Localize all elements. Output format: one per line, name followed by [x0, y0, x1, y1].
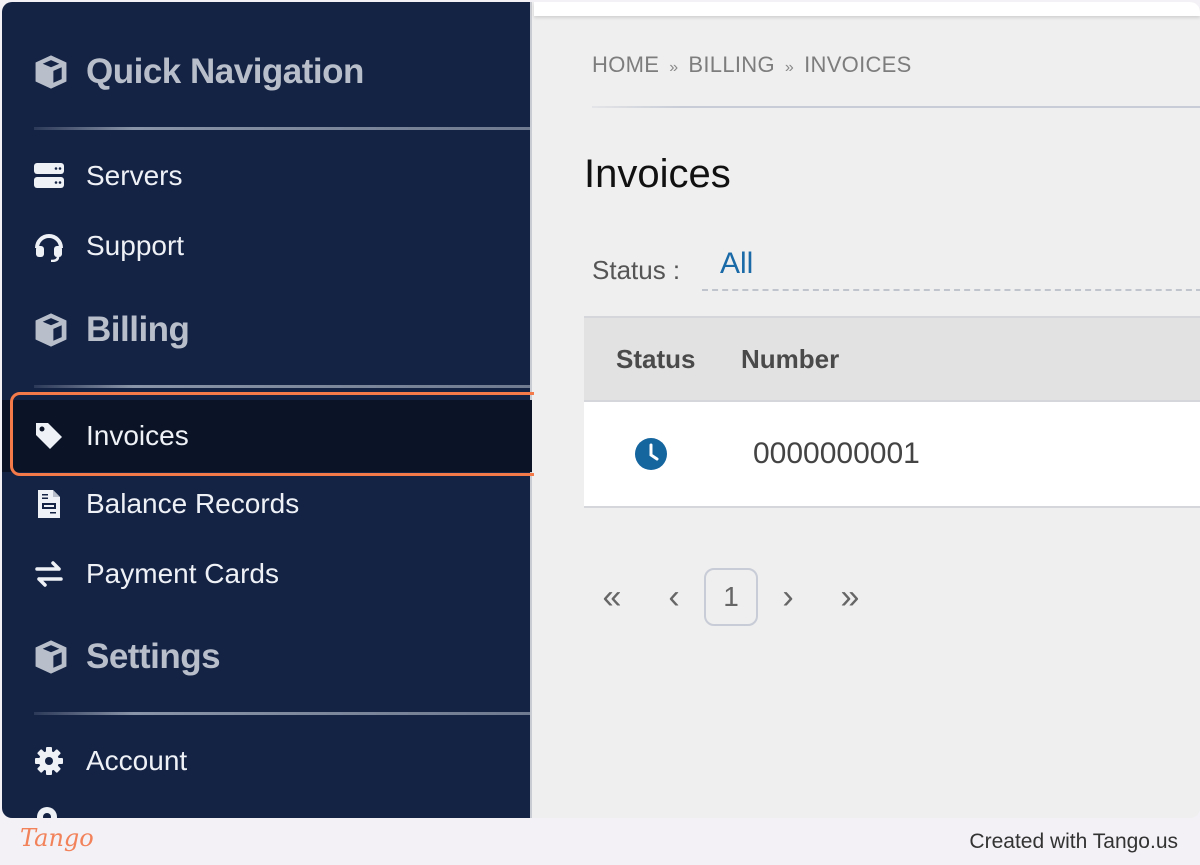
headset-icon	[32, 229, 66, 263]
cube-icon	[35, 55, 67, 89]
sidebar-item-label: Account	[86, 745, 188, 776]
cube-icon	[35, 313, 67, 347]
main-content: HOME» BILLING» INVOICES Invoices Status : …	[534, 2, 1200, 818]
invoice-number[interactable]: 0000000001	[741, 437, 920, 471]
group-quick-navigation: Quick Navigation	[32, 52, 364, 92]
invoices-table: Status Number 0000000001	[584, 316, 1200, 508]
breadcrumb-home[interactable]: HOME	[592, 52, 659, 77]
footer: Tango Created with Tango.us	[0, 818, 1200, 865]
last-page-button[interactable]: »	[830, 568, 870, 626]
breadcrumb-separator: »	[669, 59, 679, 76]
divider	[34, 712, 530, 715]
status-filter-label: Status :	[592, 255, 681, 285]
group-title-text: Settings	[86, 637, 221, 676]
divider	[34, 385, 530, 388]
sidebar-item-servers[interactable]: Servers	[2, 144, 532, 208]
prev-page-button[interactable]: ‹	[654, 568, 694, 626]
sidebar-item-balance-records[interactable]: Balance Records	[2, 472, 532, 536]
top-bar	[534, 2, 1200, 16]
page-1-button[interactable]: 1	[704, 568, 758, 626]
column-header-number[interactable]: Number	[741, 344, 839, 375]
sidebar-item-account[interactable]: Account	[2, 729, 532, 793]
tango-logo: Tango	[20, 824, 94, 852]
gear-icon	[32, 744, 66, 778]
status-filter-select[interactable]: All	[702, 247, 1200, 291]
cube-icon	[35, 640, 67, 674]
pagination: « ‹ 1 › »	[592, 568, 870, 626]
breadcrumb: HOME » BILLING » INVOICES	[592, 52, 912, 78]
group-billing: Billing	[32, 310, 190, 350]
exchange-icon	[32, 557, 66, 591]
sidebar-item-support[interactable]: Support	[2, 214, 532, 278]
table-row[interactable]: 0000000001	[584, 402, 1200, 508]
sidebar: Quick Navigation Servers Support Billing…	[2, 2, 532, 818]
sidebar-item-label: Payment Cards	[86, 558, 279, 589]
breadcrumb-billing[interactable]: BILLING	[688, 52, 774, 77]
gear-icon	[32, 802, 62, 818]
breadcrumb-invoices: INVOICES	[804, 52, 912, 77]
column-header-status[interactable]: Status	[584, 344, 741, 375]
created-with-text: Created with Tango.us	[969, 830, 1178, 853]
app-window: Quick Navigation Servers Support Billing…	[2, 2, 1200, 818]
first-page-button[interactable]: «	[592, 568, 632, 626]
page-title: Invoices	[584, 152, 731, 196]
next-page-button[interactable]: ›	[768, 568, 808, 626]
sidebar-item-label: Invoices	[86, 420, 189, 451]
group-title-text: Quick Navigation	[86, 52, 364, 91]
table-header: Status Number	[584, 316, 1200, 402]
divider	[34, 127, 530, 130]
sidebar-item-label: Servers	[86, 160, 183, 191]
divider	[592, 106, 1200, 108]
tag-icon	[32, 419, 66, 453]
sidebar-item-invoices[interactable]: Invoices	[2, 400, 532, 472]
server-icon	[32, 159, 66, 193]
sidebar-item-label: Balance Records	[86, 488, 300, 519]
group-settings: Settings	[32, 637, 221, 677]
group-title-text: Billing	[86, 310, 190, 349]
breadcrumb-separator: »	[784, 59, 795, 76]
clock-icon	[635, 438, 667, 470]
sidebar-item-label: Support	[86, 230, 185, 261]
document-icon	[32, 487, 66, 521]
sidebar-item-payment-cards[interactable]: Payment Cards	[2, 542, 532, 606]
